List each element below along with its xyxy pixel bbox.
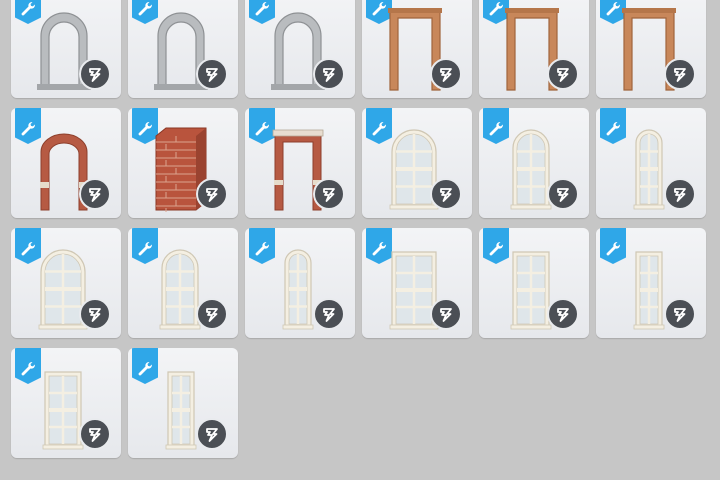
- catalog-item-arch-stone[interactable]: [11, 0, 121, 98]
- catalog-item-frame-brick[interactable]: [245, 108, 355, 218]
- pack-icon: [196, 418, 228, 450]
- pack-icon: [313, 58, 345, 90]
- pack-icon: [547, 298, 579, 330]
- pack-icon: [79, 58, 111, 90]
- pack-icon: [79, 298, 111, 330]
- pack-icon: [664, 58, 696, 90]
- pack-icon: [430, 58, 462, 90]
- catalog-item-frame-wood[interactable]: [596, 0, 706, 98]
- catalog-item-arch-stone[interactable]: [245, 0, 355, 98]
- catalog-item-arch-stone[interactable]: [128, 0, 238, 98]
- pack-icon: [664, 298, 696, 330]
- catalog-item-window-sash-narrow[interactable]: [596, 228, 706, 338]
- pack-icon: [313, 298, 345, 330]
- catalog-grid: [0, 0, 706, 458]
- pack-icon: [196, 298, 228, 330]
- pack-icon: [79, 178, 111, 210]
- catalog-item-window-arched-narrow[interactable]: [245, 228, 355, 338]
- catalog-item-window-arched-narrow[interactable]: [596, 108, 706, 218]
- pack-icon: [547, 178, 579, 210]
- catalog-item-window-sash[interactable]: [479, 228, 589, 338]
- pack-icon: [79, 418, 111, 450]
- catalog-item-frame-wood[interactable]: [362, 0, 472, 98]
- catalog-item-window-sash[interactable]: [11, 348, 121, 458]
- pack-icon: [430, 298, 462, 330]
- pack-icon: [547, 58, 579, 90]
- catalog-item-window-arched-wide[interactable]: [11, 228, 121, 338]
- pack-icon: [664, 178, 696, 210]
- catalog-item-window-arched-wide[interactable]: [362, 108, 472, 218]
- pack-icon: [196, 58, 228, 90]
- catalog-item-frame-wood[interactable]: [479, 0, 589, 98]
- catalog-item-brick-column[interactable]: [128, 108, 238, 218]
- catalog-item-window-sash-narrow[interactable]: [128, 348, 238, 458]
- catalog-item-arch-brick[interactable]: [11, 108, 121, 218]
- pack-icon: [196, 178, 228, 210]
- pack-icon: [430, 178, 462, 210]
- catalog-item-window-sash-wide[interactable]: [362, 228, 472, 338]
- catalog-item-window-arched[interactable]: [128, 228, 238, 338]
- catalog-item-window-arched[interactable]: [479, 108, 589, 218]
- pack-icon: [313, 178, 345, 210]
